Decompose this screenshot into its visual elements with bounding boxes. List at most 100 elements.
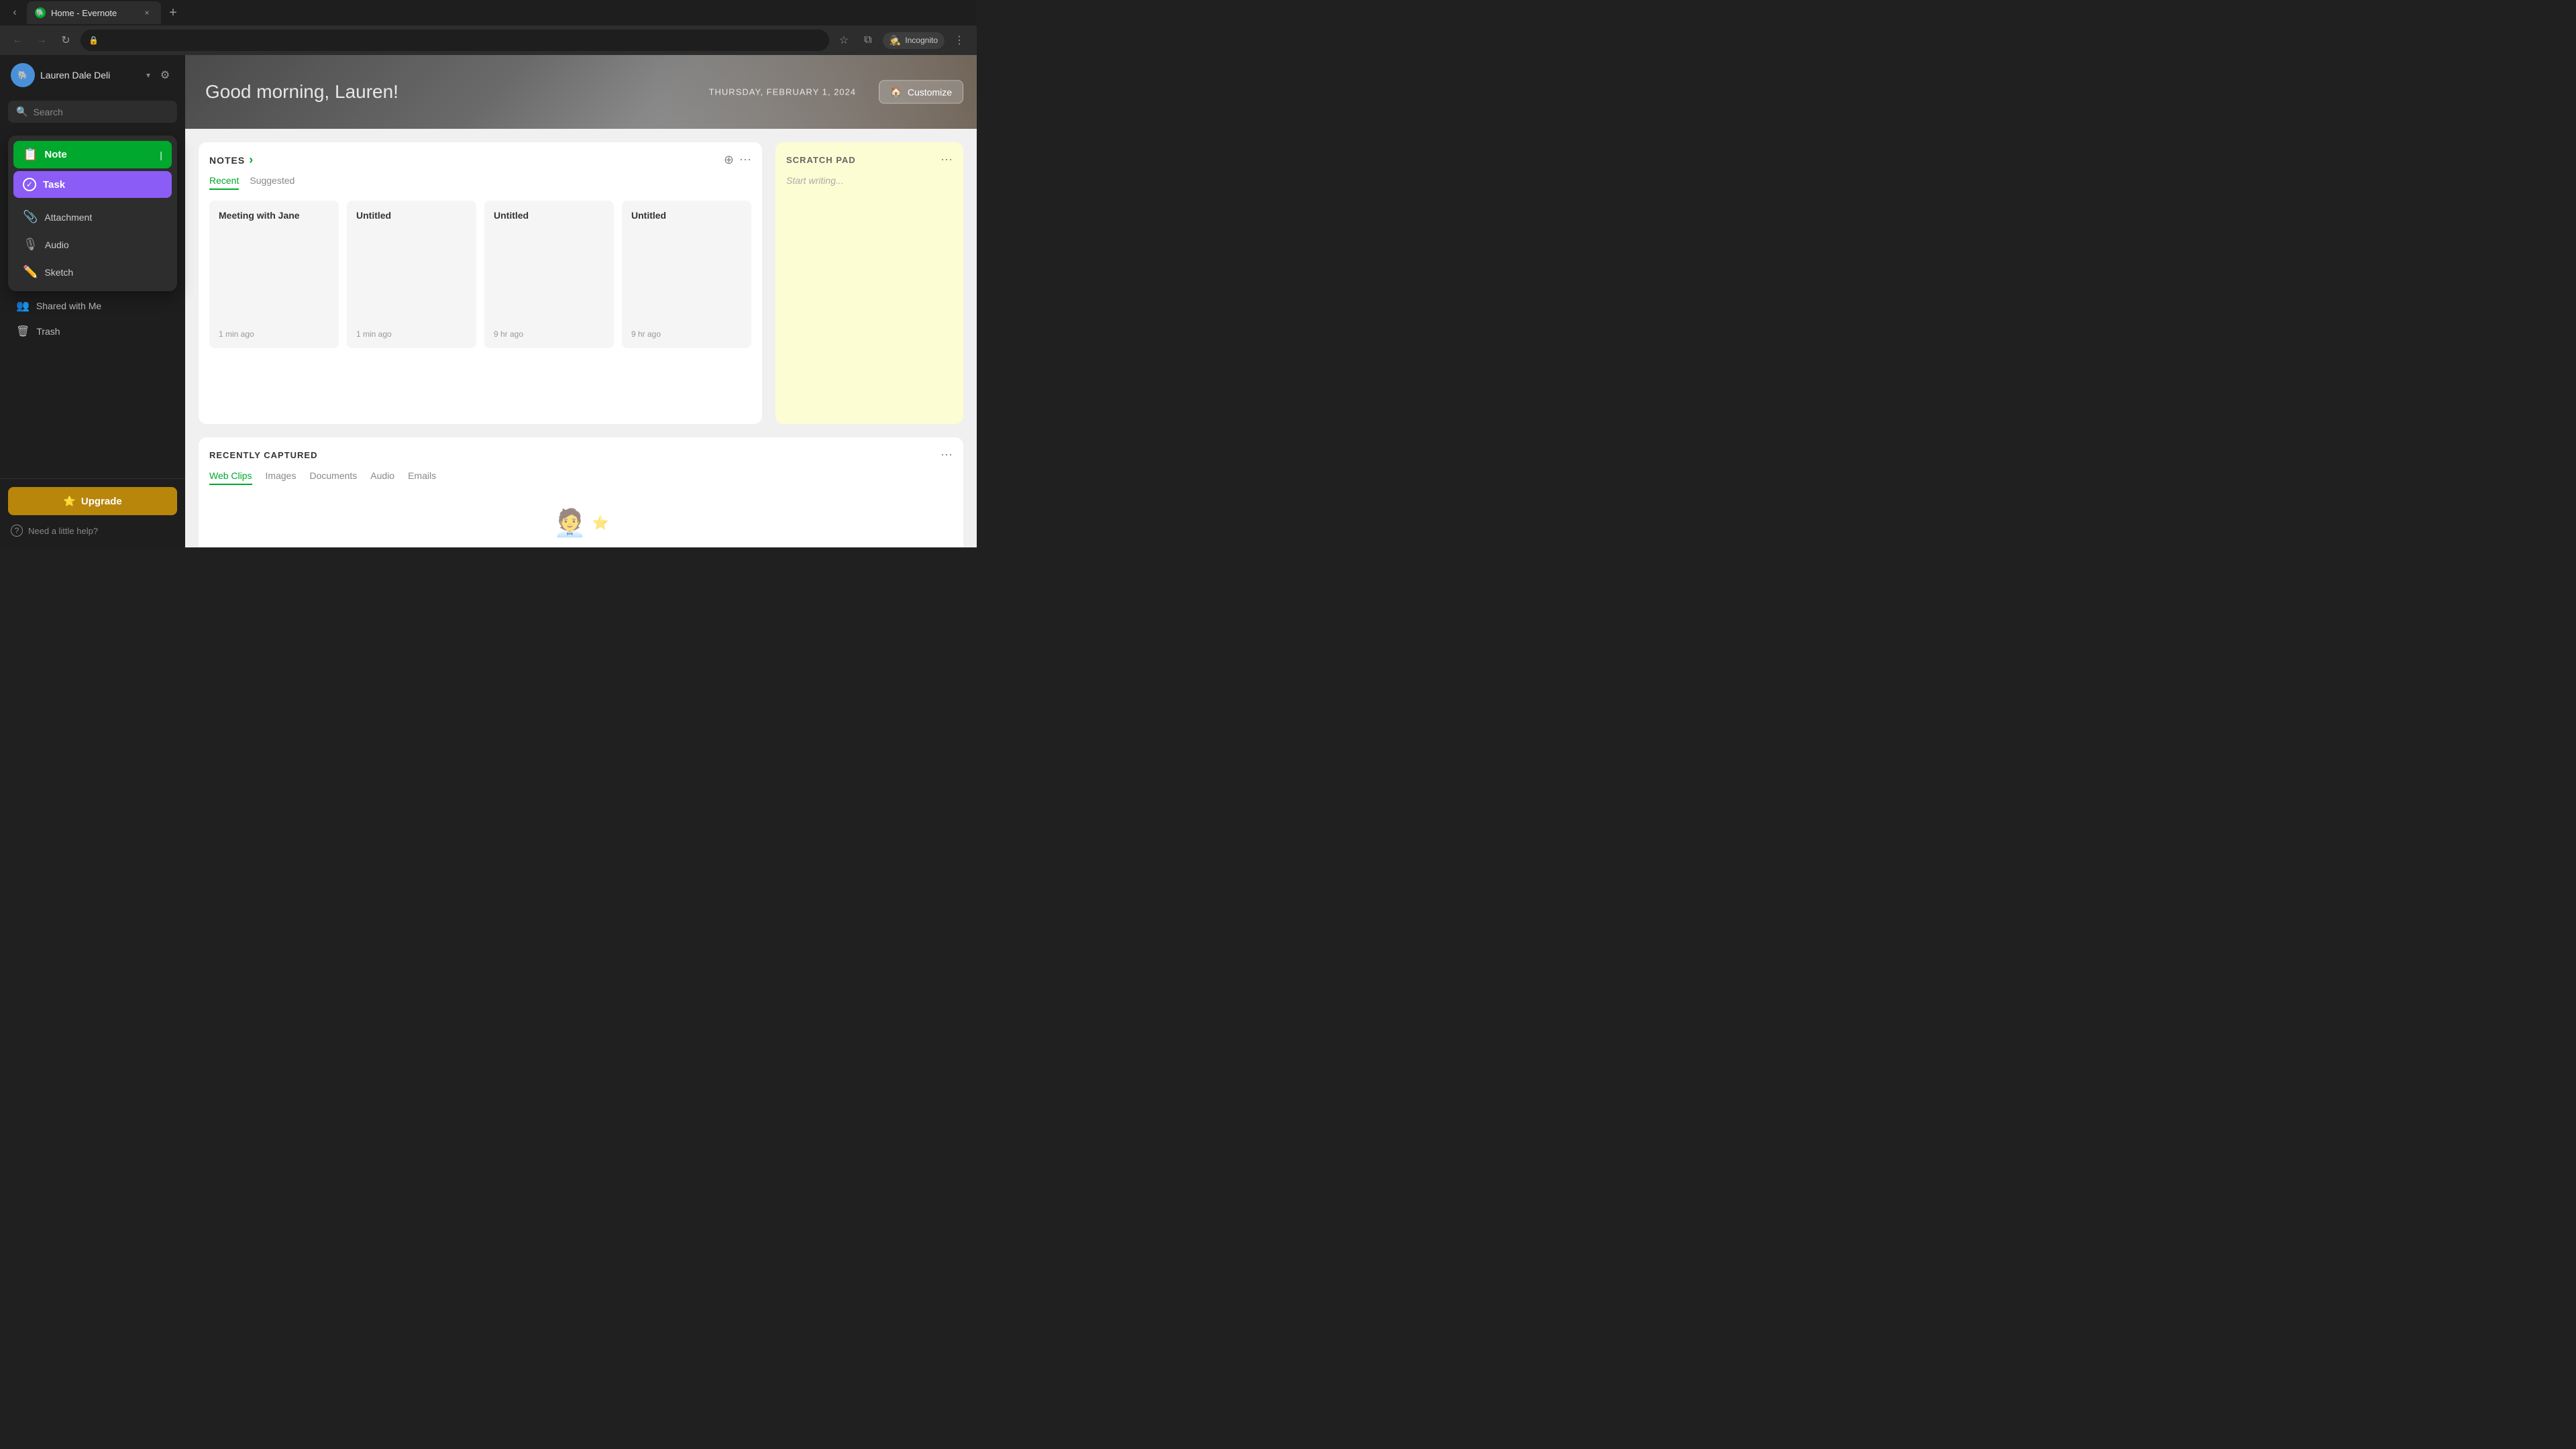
- note-icon: 📋: [23, 148, 38, 162]
- lock-icon: 🔒: [89, 36, 99, 45]
- note-time-3: 9 hr ago: [631, 329, 742, 339]
- date-display: THURSDAY, FEBRUARY 1, 2024: [709, 87, 856, 97]
- content-area: NOTES › ⊕ ⋯ Recent Suggested Meeting wit…: [185, 129, 977, 437]
- new-tab-button[interactable]: +: [164, 3, 182, 22]
- rc-empty-icon: 🧑‍💼: [553, 507, 587, 539]
- scratch-pad-placeholder[interactable]: Start writing...: [786, 175, 953, 186]
- tab-bar: ‹ 🐘 Home - Evernote × +: [0, 0, 977, 25]
- rc-tab-documents[interactable]: Documents: [309, 470, 357, 485]
- sketch-icon: ✏️: [23, 265, 38, 279]
- tab-close-button[interactable]: ×: [141, 7, 153, 19]
- help-icon: ?: [11, 525, 23, 537]
- bookmark-button[interactable]: ☆: [835, 31, 853, 50]
- notes-card: NOTES › ⊕ ⋯ Recent Suggested Meeting wit…: [199, 142, 762, 424]
- note-item-2[interactable]: Untitled 9 hr ago: [484, 201, 614, 348]
- sidebar-trash-label: Trash: [36, 326, 60, 337]
- rc-empty-state: 🧑‍💼 ⭐: [553, 507, 609, 539]
- notes-more-button[interactable]: ⋯: [739, 153, 751, 167]
- tab-suggested[interactable]: Suggested: [250, 175, 294, 190]
- extensions-button[interactable]: ⧉: [859, 31, 877, 50]
- rc-header: RECENTLY CAPTURED ⋯: [209, 448, 953, 462]
- rc-tab-emails[interactable]: Emails: [408, 470, 436, 485]
- note-label: Note: [44, 149, 66, 160]
- audio-label: Audio: [45, 239, 69, 250]
- recently-captured-card: RECENTLY CAPTURED ⋯ Web Clips Images Doc…: [199, 437, 963, 547]
- note-time-2: 9 hr ago: [494, 329, 604, 339]
- add-note-button[interactable]: ⊕: [724, 153, 734, 167]
- task-label: Task: [43, 179, 65, 191]
- incognito-badge[interactable]: 🕵️ Incognito: [883, 32, 945, 49]
- tab-recent[interactable]: Recent: [209, 175, 239, 190]
- tab-favicon: 🐘: [35, 7, 46, 18]
- upgrade-star-icon: ⭐: [63, 495, 76, 507]
- help-text: Need a little help?: [28, 526, 98, 536]
- sidebar-item-shared[interactable]: 👥 Shared with Me: [5, 293, 180, 319]
- sidebar: 🐘 Lauren Dale Deli ▾ ⚙ 🔍 Search 📋 Note |…: [0, 55, 185, 547]
- rc-more-button[interactable]: ⋯: [941, 448, 953, 462]
- customize-icon: 🏠: [890, 87, 902, 98]
- rc-tab-web-clips[interactable]: Web Clips: [209, 470, 252, 485]
- notes-title-text: NOTES: [209, 155, 245, 166]
- refresh-button[interactable]: ↻: [56, 31, 75, 50]
- search-label: Search: [33, 107, 62, 117]
- sidebar-header: 🐘 Lauren Dale Deli ▾ ⚙: [0, 55, 185, 95]
- attachment-icon: 📎: [23, 210, 38, 224]
- tab-back-button[interactable]: ‹: [5, 3, 24, 22]
- scratch-pad-more-button[interactable]: ⋯: [941, 153, 953, 167]
- note-item-0[interactable]: Meeting with Jane 1 min ago: [209, 201, 339, 348]
- back-button[interactable]: ←: [8, 31, 27, 50]
- notes-card-title[interactable]: NOTES ›: [209, 153, 254, 167]
- customize-button[interactable]: 🏠 Customize: [879, 80, 963, 104]
- sidebar-bottom: ⭐ Upgrade ? Need a little help?: [0, 478, 185, 547]
- search-bar[interactable]: 🔍 Search: [8, 101, 177, 123]
- scratch-pad-header: SCRATCH PAD ⋯: [786, 153, 953, 167]
- create-task-button[interactable]: ✓ Task: [13, 171, 172, 198]
- create-sketch-button[interactable]: ✏️ Sketch: [13, 258, 172, 286]
- tab-title: Home - Evernote: [51, 8, 136, 18]
- note-item-1[interactable]: Untitled 1 min ago: [347, 201, 476, 348]
- avatar: 🐘: [11, 63, 35, 87]
- create-audio-button[interactable]: 🎙 Audio: [13, 231, 172, 258]
- trash-icon: 🗑: [16, 325, 30, 338]
- note-title-1: Untitled: [356, 210, 467, 221]
- browser-chrome: ‹ 🐘 Home - Evernote × + ← → ↻ 🔒 evernote…: [0, 0, 977, 55]
- scratch-pad-card: SCRATCH PAD ⋯ Start writing...: [775, 142, 963, 424]
- rc-content: 🧑‍💼 ⭐: [209, 496, 953, 547]
- sidebar-nav: 🏷 Tags 👥 Shared with Me 🗑 Trash: [0, 262, 185, 478]
- forward-button[interactable]: →: [32, 31, 51, 50]
- rc-tab-audio[interactable]: Audio: [370, 470, 394, 485]
- attachment-label: Attachment: [44, 212, 92, 223]
- main-content: Good morning, Lauren! THURSDAY, FEBRUARY…: [185, 55, 977, 547]
- upgrade-button[interactable]: ⭐ Upgrade: [8, 487, 177, 515]
- app-container: 🐘 Lauren Dale Deli ▾ ⚙ 🔍 Search 📋 Note |…: [0, 55, 977, 547]
- notes-grid: Meeting with Jane 1 min ago Untitled 1 m…: [209, 201, 751, 348]
- sidebar-item-trash[interactable]: 🗑 Trash: [5, 319, 180, 344]
- notes-tabs: Recent Suggested: [209, 175, 751, 190]
- create-attachment-button[interactable]: 📎 Attachment: [13, 203, 172, 231]
- user-name[interactable]: Lauren Dale Deli: [40, 70, 141, 80]
- upgrade-label: Upgrade: [81, 496, 122, 507]
- hero-banner: Good morning, Lauren! THURSDAY, FEBRUARY…: [185, 55, 977, 129]
- shared-icon: 👥: [16, 299, 30, 313]
- notes-card-actions: ⊕ ⋯: [724, 153, 751, 167]
- rc-tabs: Web Clips Images Documents Audio Emails: [209, 470, 953, 485]
- note-title-2: Untitled: [494, 210, 604, 221]
- create-note-button[interactable]: 📋 Note |: [13, 141, 172, 168]
- note-item-3[interactable]: Untitled 9 hr ago: [622, 201, 751, 348]
- create-menu-dropdown: 📋 Note | ✓ Task 📎 Attachment 🎙 Audio ✏️: [8, 136, 177, 291]
- rc-star-icon: ⭐: [592, 515, 608, 531]
- address-bar[interactable]: 🔒 evernote.com/client/web?login=true#/: [80, 30, 829, 51]
- sketch-label: Sketch: [44, 267, 73, 278]
- more-options-button[interactable]: ⋮: [950, 31, 969, 50]
- scratch-pad-title: SCRATCH PAD: [786, 155, 856, 165]
- note-title-0: Meeting with Jane: [219, 210, 329, 221]
- help-link[interactable]: ? Need a little help?: [8, 522, 177, 539]
- customize-label: Customize: [908, 87, 952, 97]
- rc-tab-images[interactable]: Images: [266, 470, 297, 485]
- incognito-label: Incognito: [905, 36, 938, 45]
- url-input[interactable]: evernote.com/client/web?login=true#/: [104, 36, 821, 46]
- active-tab[interactable]: 🐘 Home - Evernote ×: [27, 1, 161, 24]
- sidebar-shared-label: Shared with Me: [36, 301, 101, 311]
- audio-icon: 🎙: [23, 237, 38, 252]
- settings-button[interactable]: ⚙: [156, 66, 174, 85]
